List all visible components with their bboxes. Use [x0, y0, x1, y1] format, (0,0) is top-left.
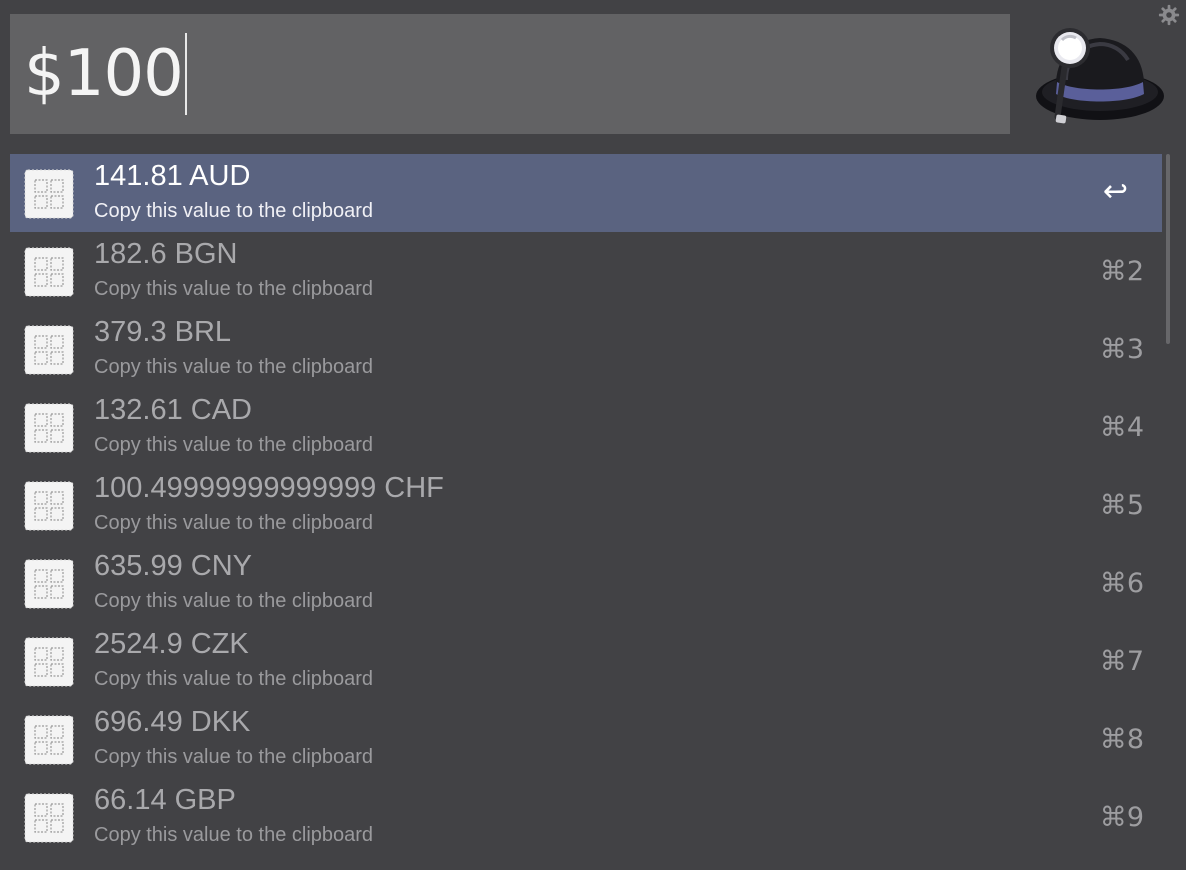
result-subtitle: Copy this value to the clipboard	[94, 434, 374, 456]
result-subtitle: Copy this value to the clipboard	[94, 512, 374, 534]
result-shortcut: ⌘2	[1099, 256, 1144, 287]
clipboard-icon	[24, 247, 74, 297]
result-subtitle: Copy this value to the clipboard	[94, 668, 374, 690]
result-title: 100.49999999999999 CHF	[94, 472, 444, 504]
result-subtitle: Copy this value to the clipboard	[94, 746, 374, 768]
clipboard-icon	[24, 559, 74, 609]
clipboard-icon	[24, 793, 74, 843]
result-title: 2524.9 CZK	[94, 628, 249, 660]
result-title: 379.3 BRL	[94, 316, 232, 348]
result-item[interactable]: 2524.9 CZK Copy this value to the clipbo…	[10, 622, 1162, 700]
result-item[interactable]: 379.3 BRL Copy this value to the clipboa…	[10, 310, 1162, 388]
clipboard-icon	[24, 715, 74, 765]
alfred-hat-magnifier-logo	[1030, 20, 1170, 130]
clipboard-icon	[24, 325, 74, 375]
scrollbar[interactable]	[1166, 154, 1170, 344]
result-shortcut: ⌘6	[1099, 568, 1144, 599]
result-shortcut: ⌘8	[1099, 724, 1144, 755]
result-item[interactable]: 696.49 DKK Copy this value to the clipbo…	[10, 700, 1162, 778]
clipboard-icon	[24, 403, 74, 453]
result-item[interactable]: 635.99 CNY Copy this value to the clipbo…	[10, 544, 1162, 622]
result-item[interactable]: 141.81 AUD Copy this value to the clipbo…	[10, 154, 1162, 232]
result-item[interactable]: 182.6 BGN Copy this value to the clipboa…	[10, 232, 1162, 310]
result-subtitle: Copy this value to the clipboard	[94, 590, 374, 612]
result-title: 66.14 GBP	[94, 784, 236, 816]
result-subtitle: Copy this value to the clipboard	[94, 278, 374, 300]
result-shortcut: ⌘7	[1099, 646, 1144, 677]
search-query: $100	[24, 37, 184, 111]
result-shortcut: ⌘3	[1099, 334, 1144, 365]
result-shortcut: ⌘9	[1099, 802, 1144, 833]
clipboard-icon	[24, 481, 74, 531]
result-subtitle: Copy this value to the clipboard	[94, 200, 374, 222]
result-title: 696.49 DKK	[94, 706, 251, 738]
return-key-icon: ↩	[1102, 174, 1128, 209]
result-title: 141.81 AUD	[94, 160, 251, 192]
results-list: 141.81 AUD Copy this value to the clipbo…	[10, 154, 1162, 856]
result-subtitle: Copy this value to the clipboard	[94, 356, 374, 378]
result-subtitle: Copy this value to the clipboard	[94, 824, 374, 846]
clipboard-icon	[24, 637, 74, 687]
result-title: 182.6 BGN	[94, 238, 238, 270]
search-input[interactable]: $100	[10, 14, 1010, 134]
result-shortcut: ⌘4	[1099, 412, 1144, 443]
result-shortcut: ⌘5	[1099, 490, 1144, 521]
result-item[interactable]: 66.14 GBP Copy this value to the clipboa…	[10, 778, 1162, 856]
result-title: 132.61 CAD	[94, 394, 252, 426]
launcher-window: $100 141.81 AUD Copy this value to the c…	[0, 0, 1186, 870]
clipboard-icon	[24, 169, 74, 219]
result-item[interactable]: 100.49999999999999 CHF Copy this value t…	[10, 466, 1162, 544]
result-title: 635.99 CNY	[94, 550, 252, 582]
text-caret	[184, 33, 187, 115]
result-item[interactable]: 132.61 CAD Copy this value to the clipbo…	[10, 388, 1162, 466]
